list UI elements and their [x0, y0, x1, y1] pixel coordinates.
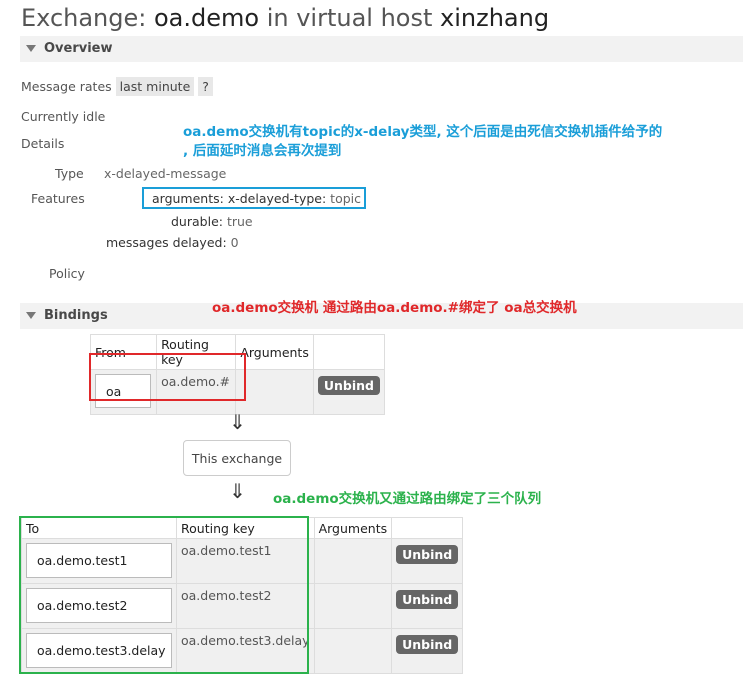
durable-value: true	[226, 214, 253, 229]
bindings-heading: Bindings	[44, 308, 108, 323]
arguments-cell	[313, 583, 393, 629]
annotation-blue-line1: oa.demo交换机有topic的x-delay类型, 这个后面是由死信交换机插…	[183, 124, 663, 140]
column-header-routing-key: Routing key	[156, 334, 237, 370]
title-middle: in virtual host	[259, 4, 441, 32]
source-bindings-table: From Routing key Arguments oa oa.demo.# …	[89, 334, 386, 415]
queue-link[interactable]: oa.demo.test3.delay	[26, 633, 172, 668]
arguments-value: topic	[330, 191, 362, 206]
title-prefix: Exchange:	[21, 4, 154, 32]
queue-link[interactable]: oa.demo.test2	[26, 588, 172, 623]
messages-delayed-label: messages delayed:	[106, 235, 227, 250]
unbind-button[interactable]: Unbind	[317, 376, 380, 395]
details-label: Details	[21, 136, 65, 151]
column-header-routing-key: Routing key	[176, 517, 315, 539]
arguments-label: arguments:	[152, 191, 224, 206]
message-rates-label: Message rates	[21, 79, 112, 94]
type-label: Type	[55, 166, 84, 181]
arguments-cell	[313, 628, 393, 674]
overview-heading: Overview	[44, 41, 113, 56]
messages-delayed-row: messages delayed: 0	[106, 235, 239, 250]
annotation-green: oa.demo交换机又通过路由绑定了三个队列	[273, 491, 542, 507]
column-header-arguments: Arguments	[235, 334, 314, 370]
help-button[interactable]: ?	[198, 77, 213, 96]
table-row: oa.demo.test1 oa.demo.test1 Unbind	[21, 538, 464, 584]
message-rates-row: Message rates last minute ?	[21, 77, 213, 96]
this-exchange-box: This exchange	[183, 440, 291, 476]
type-value: x-delayed-message	[104, 166, 227, 181]
column-header-action	[391, 517, 464, 539]
routing-key-cell: oa.demo.test1	[176, 538, 315, 584]
queue-link[interactable]: oa.demo.test1	[26, 543, 172, 578]
durable-row: durable: true	[171, 214, 253, 229]
collapse-triangle-icon	[26, 312, 36, 319]
column-header-from: From	[89, 334, 158, 370]
collapse-triangle-icon	[26, 45, 36, 52]
page-title: Exchange: oa.demo in virtual host xinzha…	[21, 4, 549, 32]
table-row: oa oa.demo.# Unbind	[89, 369, 386, 415]
overview-section-header[interactable]: Overview	[20, 36, 743, 62]
annotation-red: oa.demo交换机 通过路由oa.demo.#绑定了 oa总交换机	[212, 300, 577, 316]
table-row: oa.demo.test3.delay oa.demo.test3.delay …	[21, 628, 464, 674]
message-rates-selector[interactable]: last minute	[115, 77, 195, 96]
messages-delayed-value: 0	[230, 235, 239, 250]
policy-label: Policy	[49, 266, 85, 281]
arrow-down-icon: ⇓	[229, 479, 246, 503]
routing-key-cell: oa.demo.test2	[176, 583, 315, 629]
column-header-action	[312, 334, 386, 370]
status-text: Currently idle	[21, 109, 106, 124]
table-row: oa.demo.test2 oa.demo.test2 Unbind	[21, 583, 464, 629]
durable-label: durable:	[171, 214, 223, 229]
exchange-name: oa.demo	[153, 4, 260, 32]
column-header-arguments: Arguments	[313, 517, 393, 539]
arguments-key: x-delayed-type:	[227, 191, 327, 206]
annotation-blue-line2: , 后面延时消息会再次提到	[183, 143, 342, 159]
routing-key-cell: oa.demo.test3.delay	[176, 628, 315, 674]
destination-bindings-table: To Routing key Arguments oa.demo.test1 o…	[21, 517, 464, 674]
arguments-cell	[235, 369, 314, 415]
vhost-name: xinzhang	[440, 4, 550, 32]
unbind-button[interactable]: Unbind	[396, 545, 459, 564]
column-header-to: To	[21, 517, 177, 539]
unbind-button[interactable]: Unbind	[396, 590, 459, 609]
source-exchange-link[interactable]: oa	[95, 374, 151, 408]
arrow-down-icon: ⇓	[229, 410, 246, 434]
arguments-cell	[313, 538, 393, 584]
features-label: Features	[31, 191, 85, 206]
routing-key-cell: oa.demo.#	[156, 369, 237, 415]
arguments-row: arguments: x-delayed-type: topic	[152, 191, 361, 206]
unbind-button[interactable]: Unbind	[396, 635, 459, 654]
